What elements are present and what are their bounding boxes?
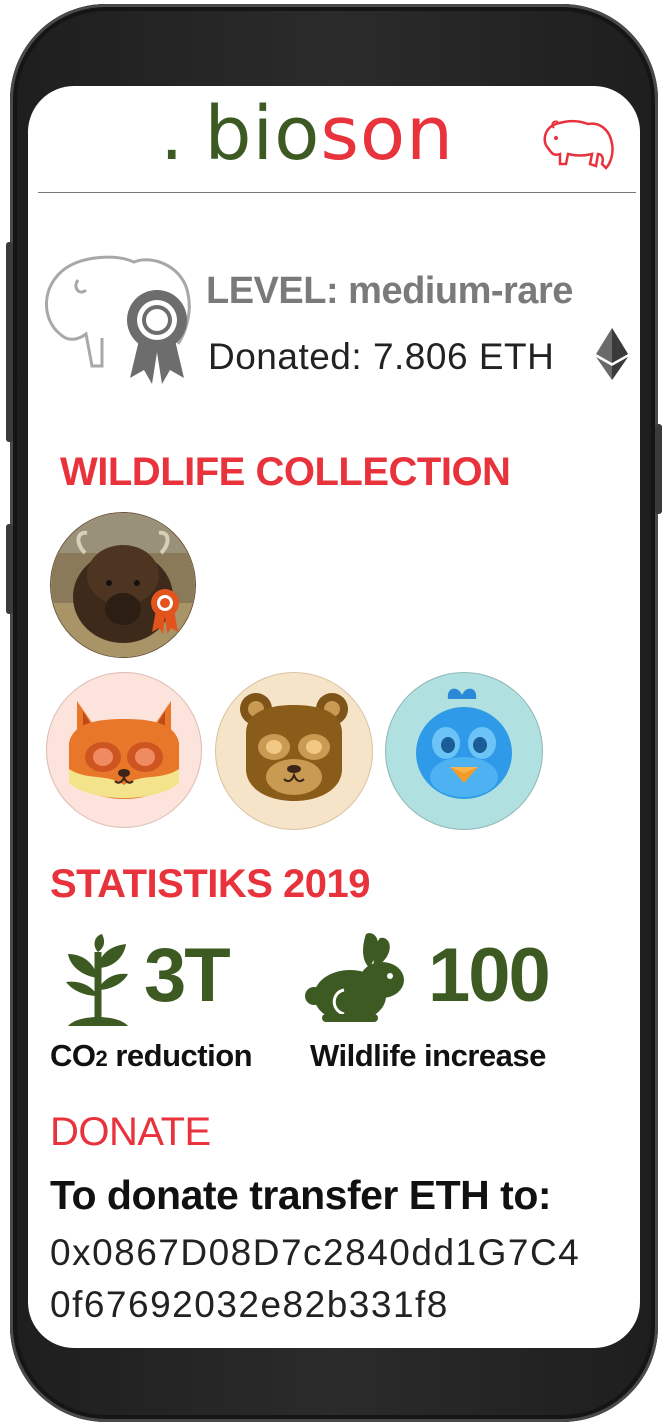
donate-instruction: To donate transfer ETH to: [50, 1172, 552, 1218]
co2-reduction-label: CO2 reduction [50, 1038, 253, 1074]
phone-frame: . bioson LEVEL: medium-rare Donated: 7.80… [6, 4, 662, 1422]
volume-down-button [6, 524, 13, 614]
logo-son: son [320, 91, 455, 177]
bear-avatar[interactable] [215, 672, 373, 830]
bear-icon [240, 693, 348, 801]
wildlife-increase-value: 100 [428, 933, 551, 1018]
app-logo[interactable]: . bioson [160, 94, 454, 174]
co2-label-sub: 2 [95, 1046, 108, 1071]
statistics-title: STATISTIKS 2019 [50, 862, 371, 906]
wildlife-increase-label: Wildlife increase [310, 1038, 546, 1073]
donation-address-line1[interactable]: 0x0867D08D7c2840dd1G7C4 [50, 1232, 580, 1274]
bison-award-badge-icon [151, 589, 179, 634]
donation-address-line2[interactable]: 0f67692032e82b331f8 [50, 1284, 449, 1326]
logo-bio: bio [204, 91, 321, 177]
bird-icon [416, 688, 512, 799]
app-screen: . bioson LEVEL: medium-rare Donated: 7.80… [28, 86, 640, 1348]
bison-photo [51, 513, 195, 657]
bison-logo-icon [543, 119, 614, 170]
donated-amount: Donated: 7.806 ETH [208, 336, 555, 377]
plant-icon [66, 934, 128, 1026]
ethereum-icon [596, 328, 628, 380]
rabbit-icon [305, 933, 404, 1022]
co2-label-main: CO [50, 1038, 96, 1073]
user-level: LEVEL: medium-rare [206, 270, 573, 312]
bison-avatar[interactable] [50, 512, 196, 658]
donate-title: DONATE [50, 1110, 211, 1154]
co2-label-rest: reduction [107, 1038, 253, 1073]
fox-icon [69, 701, 179, 799]
award-ribbon-icon [127, 290, 187, 384]
header-divider [38, 192, 636, 193]
co2-reduction-value: 3T [144, 933, 231, 1018]
volume-up-button [6, 242, 13, 442]
logo-dot: . [160, 91, 185, 177]
fox-avatar[interactable] [46, 672, 202, 828]
wildlife-collection-title: WILDLIFE COLLECTION [60, 450, 511, 494]
power-button [655, 424, 662, 514]
bird-avatar[interactable] [385, 672, 543, 830]
